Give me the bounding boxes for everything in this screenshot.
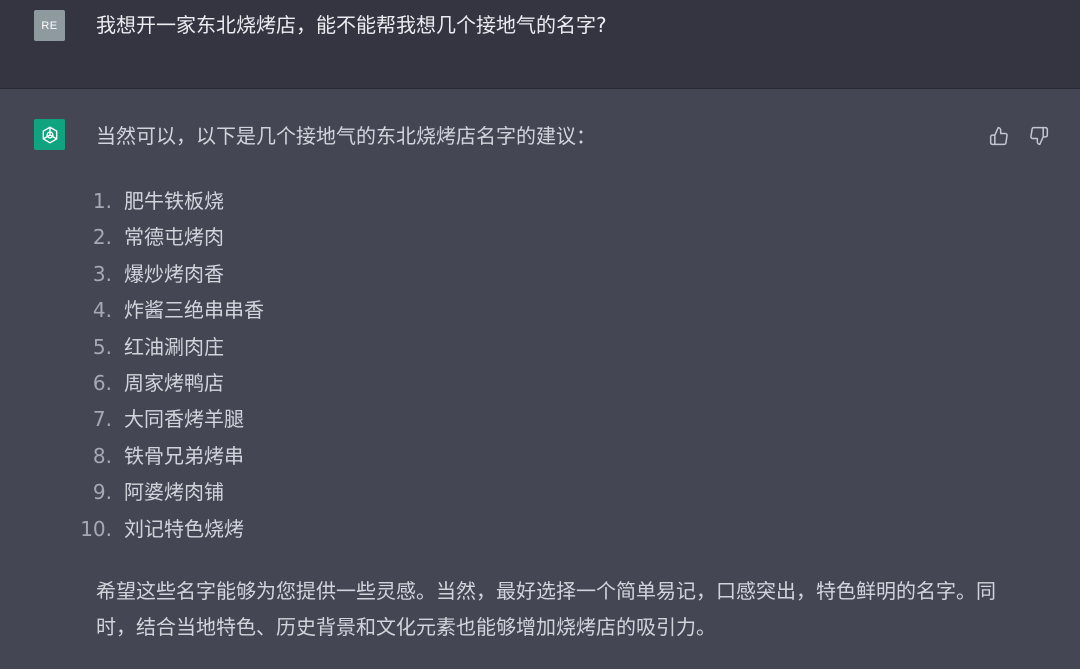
user-message-text: 我想开一家东北烧烤店，能不能帮我想几个接地气的名字? <box>96 13 607 37</box>
openai-logo-icon <box>42 126 57 143</box>
list-number: 6. <box>92 370 112 395</box>
list-item: 8. 铁骨兄弟烤串 <box>80 438 264 474</box>
name-suggestions-list: 1. 肥牛铁板烧 2. 常德屯烤肉 3. 爆炒烤肉香 4. 炸酱三绝串串香 5. 红油涮肉… <box>80 183 264 547</box>
list-number: 4. <box>92 298 112 323</box>
list-text: 肥牛铁板烧 <box>124 189 224 213</box>
thumbs-down-button[interactable] <box>1028 125 1050 147</box>
thumbs-up-icon <box>989 126 1008 146</box>
list-item: 7. 大同香烤羊腿 <box>80 401 264 437</box>
list-number: 3. <box>92 261 112 286</box>
list-number: 1. <box>92 189 112 213</box>
list-text: 阿婆烤肉铺 <box>124 480 224 505</box>
list-text: 炸酱三绝串串香 <box>124 298 264 323</box>
thumbs-down-icon <box>1030 126 1049 146</box>
list-item: 4. 炸酱三绝串串香 <box>80 292 264 328</box>
list-item: 9. 阿婆烤肉铺 <box>80 474 264 510</box>
list-item: 10. 刘记特色烧烤 <box>80 511 264 547</box>
list-text: 周家烤鸭店 <box>124 370 224 395</box>
list-text: 大同香烤羊腿 <box>124 407 244 432</box>
list-item: 2. 常德屯烤肉 <box>80 219 264 255</box>
list-text: 铁骨兄弟烤串 <box>124 443 244 468</box>
feedback-buttons <box>988 125 1050 147</box>
assistant-intro-text: 当然可以，以下是几个接地气的东北烧烤店名字的建议： <box>96 124 596 148</box>
list-text: 刘记特色烧烤 <box>124 516 244 541</box>
list-text: 常德屯烤肉 <box>124 225 224 250</box>
user-avatar: RE <box>34 10 65 41</box>
list-text: 红油涮肉庄 <box>124 334 224 359</box>
list-number: 10. <box>80 516 112 541</box>
list-item: 3. 爆炒烤肉香 <box>80 256 264 292</box>
assistant-closing-text: 希望这些名字能够为您提供一些灵感。当然，最好选择一个简单易记，口感突出，特色鲜明… <box>96 579 996 639</box>
thumbs-up-button[interactable] <box>988 125 1010 147</box>
assistant-avatar <box>34 119 65 150</box>
list-number: 5. <box>92 334 112 359</box>
list-number: 9. <box>92 480 112 505</box>
user-message-row: RE 我想开一家东北烧烤店，能不能帮我想几个接地气的名字? <box>0 0 1080 89</box>
list-number: 2. <box>92 225 112 250</box>
list-item: 6. 周家烤鸭店 <box>80 365 264 401</box>
list-text: 爆炒烤肉香 <box>124 261 224 286</box>
list-item: 5. 红油涮肉庄 <box>80 329 264 365</box>
list-number: 8. <box>92 443 112 468</box>
assistant-message-row: 当然可以，以下是几个接地气的东北烧烤店名字的建议： 1. 肥牛铁板烧 2. 常德屯烤… <box>0 89 1080 669</box>
list-number: 7. <box>92 407 112 432</box>
list-item: 1. 肥牛铁板烧 <box>80 183 264 219</box>
